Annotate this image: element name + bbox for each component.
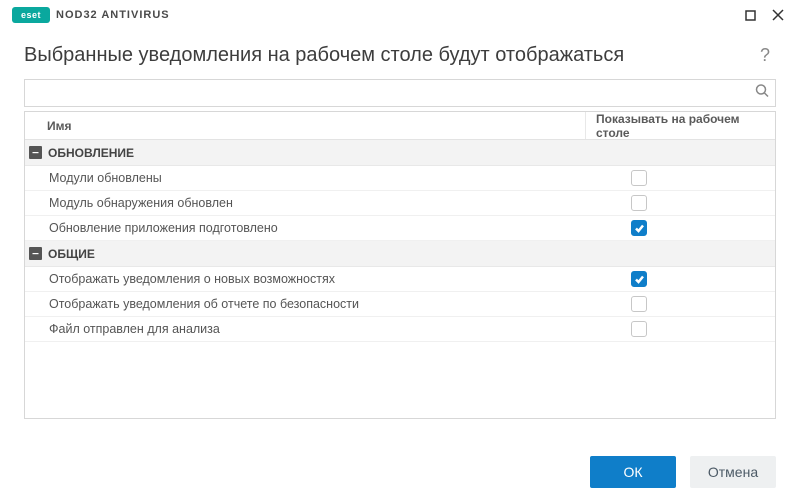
show-on-desktop-checkbox[interactable]	[631, 170, 647, 186]
window-close-button[interactable]	[764, 1, 792, 29]
row-label: Отображать уведомления о новых возможнос…	[25, 272, 585, 286]
close-icon	[772, 9, 784, 21]
table-row: Модуль обнаружения обновлен	[25, 191, 775, 216]
table-body: ОБНОВЛЕНИЕ Модули обновлены Модуль обнаруж…	[25, 140, 775, 342]
show-on-desktop-checkbox[interactable]	[631, 195, 647, 211]
row-label: Файл отправлен для анализа	[25, 322, 585, 336]
collapse-icon[interactable]	[29, 146, 42, 159]
row-checkbox-cell	[585, 195, 775, 211]
help-button[interactable]: ?	[754, 45, 776, 66]
table-row: Файл отправлен для анализа	[25, 317, 775, 342]
row-checkbox-cell	[585, 220, 775, 236]
row-checkbox-cell	[585, 321, 775, 337]
table-row: Отображать уведомления об отчете по безо…	[25, 292, 775, 317]
titlebar: eset NOD32 ANTIVIRUS	[0, 0, 800, 30]
group-row[interactable]: ОБЩИЕ	[25, 241, 775, 267]
group-label: ОБНОВЛЕНИЕ	[48, 146, 134, 160]
row-label: Модуль обнаружения обновлен	[25, 196, 585, 210]
row-checkbox-cell	[585, 271, 775, 287]
table-row: Отображать уведомления о новых возможнос…	[25, 267, 775, 292]
row-checkbox-cell	[585, 296, 775, 312]
notifications-table: Имя Показывать на рабочем столе ОБНОВЛЕН…	[24, 111, 776, 419]
row-label: Модули обновлены	[25, 171, 585, 185]
group-row[interactable]: ОБНОВЛЕНИЕ	[25, 140, 775, 166]
collapse-icon[interactable]	[29, 247, 42, 260]
ok-button[interactable]: ОК	[590, 456, 676, 488]
brand: eset NOD32 ANTIVIRUS	[12, 7, 170, 23]
search-row	[24, 79, 776, 107]
table-header: Имя Показывать на рабочем столе	[25, 112, 775, 140]
row-label: Обновление приложения подготовлено	[25, 221, 585, 235]
content-area: Имя Показывать на рабочем столе ОБНОВЛЕН…	[0, 79, 800, 419]
column-name-header[interactable]: Имя	[25, 112, 585, 139]
brand-product: NOD32 ANTIVIRUS	[56, 9, 170, 21]
maximize-icon	[745, 10, 756, 21]
dialog-footer: ОК Отмена	[0, 444, 800, 500]
show-on-desktop-checkbox[interactable]	[631, 321, 647, 337]
column-show-on-desktop-header[interactable]: Показывать на рабочем столе	[585, 112, 775, 139]
dialog-header: Выбранные уведомления на рабочем столе б…	[0, 30, 800, 79]
group-label: ОБЩИЕ	[48, 247, 95, 261]
brand-badge: eset	[12, 7, 50, 23]
row-checkbox-cell	[585, 170, 775, 186]
window-maximize-button[interactable]	[736, 1, 764, 29]
search-icon[interactable]	[755, 84, 769, 103]
page-title: Выбранные уведомления на рабочем столе б…	[24, 44, 754, 67]
show-on-desktop-checkbox[interactable]	[631, 220, 647, 236]
search-input[interactable]	[25, 80, 775, 106]
cancel-button[interactable]: Отмена	[690, 456, 776, 488]
table-row: Обновление приложения подготовлено	[25, 216, 775, 241]
table-row: Модули обновлены	[25, 166, 775, 191]
row-label: Отображать уведомления об отчете по безо…	[25, 297, 585, 311]
show-on-desktop-checkbox[interactable]	[631, 296, 647, 312]
show-on-desktop-checkbox[interactable]	[631, 271, 647, 287]
